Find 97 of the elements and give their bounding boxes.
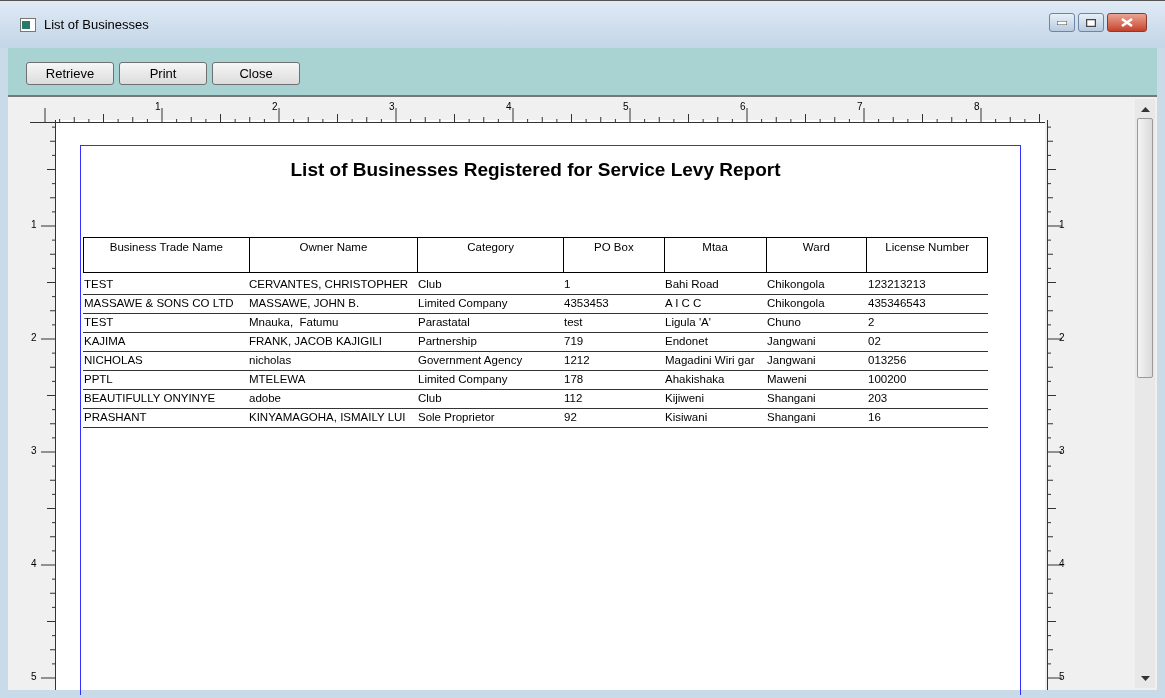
maximize-button[interactable]: [1078, 13, 1104, 32]
maximize-icon: [1086, 18, 1096, 27]
table-cell-text: nicholas: [248, 352, 293, 368]
ruler-number: 8: [974, 102, 980, 112]
table-cell-text: Partnership: [417, 333, 478, 349]
table-cell-text: 100200: [867, 371, 908, 387]
table-cell-text: Maweni: [766, 371, 808, 387]
table-cell-text: Chikongola: [766, 295, 826, 311]
ruler-number: 3: [31, 446, 37, 456]
report-title: List of Businesses Registered for Service Levy Report: [290, 158, 781, 182]
table-cell-text: Jangwani: [766, 333, 817, 349]
table-cell-text: Kisiwani: [664, 409, 709, 425]
ruler-number: 6: [740, 102, 746, 112]
table-cell-text: 1212: [563, 352, 591, 368]
table-cell-text: BEAUTIFULLY ONYINYE: [83, 390, 217, 406]
table-cell-text: KINYAMAGOHA, ISMAILY LUI: [248, 409, 407, 425]
ruler-number: 2: [1059, 333, 1065, 343]
table-cell-text: Endonet: [664, 333, 709, 349]
table-cell-text: Kijiweni: [664, 390, 705, 406]
toolbar-button[interactable]: Close: [212, 62, 300, 85]
table-cell-text: Bahi Road: [664, 276, 720, 292]
table-cell-text: Shangani: [766, 390, 817, 406]
table-cell-text: Limited Company: [417, 371, 509, 387]
table-cell-text: Chikongola: [766, 276, 826, 292]
table-cell-text: Club: [417, 390, 443, 406]
ruler-number: 2: [31, 333, 37, 343]
scroll-down-icon: [1140, 676, 1150, 682]
ruler-number: 1: [1059, 220, 1065, 230]
table-cell-text: MTELEWA: [248, 371, 307, 387]
table-cell-text: TEST: [83, 314, 115, 330]
table-cell-text: Shangani: [766, 409, 817, 425]
table-cell-text: 112: [563, 390, 584, 406]
close-icon: [1121, 18, 1133, 27]
table-cell-text: Ligula 'A': [664, 314, 712, 330]
window-title: List of Businesses: [44, 15, 149, 34]
ruler-number: 3: [389, 102, 395, 112]
table-cell-text: FRANK, JACOB KAJIGILI: [248, 333, 383, 349]
scrollbar-thumb[interactable]: [1137, 118, 1153, 378]
ruler-number: 4: [1059, 559, 1065, 569]
table-cell-text: 123213213: [867, 276, 927, 292]
table-cell-text: CERVANTES, CHRISTOPHER: [248, 276, 410, 292]
table-cell-text: Parastatal: [417, 314, 471, 330]
table-cell-text: Limited Company: [417, 295, 509, 311]
table-cell-text: 203: [867, 390, 889, 406]
ruler-number: 5: [31, 672, 37, 682]
table-cell-text: NICHOLAS: [83, 352, 144, 368]
table-cell-text: PRASHANT: [83, 409, 148, 425]
table-cell-text: 2: [867, 314, 876, 330]
table-cell-text: Chuno: [766, 314, 802, 330]
column-header: Ward: [765, 237, 867, 272]
table-cell-text: 435346543: [867, 295, 927, 311]
table-cell-text: 16: [867, 409, 882, 425]
table-cell-text: Government Agency: [417, 352, 524, 368]
table-cell-text: KAJIMA: [83, 333, 127, 349]
ruler-number: 7: [857, 102, 863, 112]
column-header: PO Box: [562, 237, 664, 272]
ruler-number: 1: [155, 102, 161, 112]
ruler-number: 4: [31, 559, 37, 569]
ruler-number: 5: [623, 102, 629, 112]
table-cell-text: 1: [563, 276, 572, 292]
table-cell-text: 4353453: [563, 295, 610, 311]
table-cell-text: Magadini Wiri gar: [664, 352, 756, 368]
table-cell-text: A I C C: [664, 295, 703, 311]
close-window-button[interactable]: [1107, 13, 1147, 32]
table-cell-text: Jangwani: [766, 352, 817, 368]
table-cell-text: PPTL: [83, 371, 114, 387]
window-icon: [20, 17, 36, 32]
column-header: Mtaa: [663, 237, 766, 272]
minimize-button[interactable]: [1049, 13, 1075, 32]
ruler-number: 2: [272, 102, 278, 112]
scroll-up-icon: [1140, 106, 1150, 112]
ruler-number: 3: [1059, 446, 1065, 456]
table-cell-text: TEST: [83, 276, 115, 292]
table-cell-text: 013256: [867, 352, 908, 368]
table-cell-text: 02: [867, 333, 882, 349]
ruler-number: 1: [31, 220, 37, 230]
table-cell-text: adobe: [248, 390, 282, 406]
table-cell-text: Ahakishaka: [664, 371, 726, 387]
toolbar-button[interactable]: Retrieve: [26, 62, 114, 85]
table-cell-text: Club: [417, 276, 443, 292]
column-header: Business Trade Name: [108, 239, 224, 255]
ruler-number: 4: [506, 102, 512, 112]
column-header: Category: [417, 237, 563, 272]
table-cell-text: 92: [563, 409, 578, 425]
table-cell-text: MASSAWE, JOHN B.: [248, 295, 361, 311]
table-cell-text: MASSAWE & SONS CO LTD: [83, 295, 235, 311]
toolbar-button[interactable]: Print: [119, 62, 207, 85]
table-cell-text: test: [563, 314, 584, 330]
column-header: Owner Name: [248, 237, 418, 272]
minimize-icon: [1057, 20, 1067, 25]
column-header: License Number: [866, 237, 987, 272]
table-cell-text: 178: [563, 371, 585, 387]
ruler-number: 5: [1059, 672, 1065, 682]
table-cell-text: Sole Proprietor: [417, 409, 496, 425]
table-cell-text: Mnauka, Fatumu: [248, 314, 340, 330]
table-cell-text: 719: [563, 333, 585, 349]
vertical-scrollbar[interactable]: [1135, 99, 1155, 688]
